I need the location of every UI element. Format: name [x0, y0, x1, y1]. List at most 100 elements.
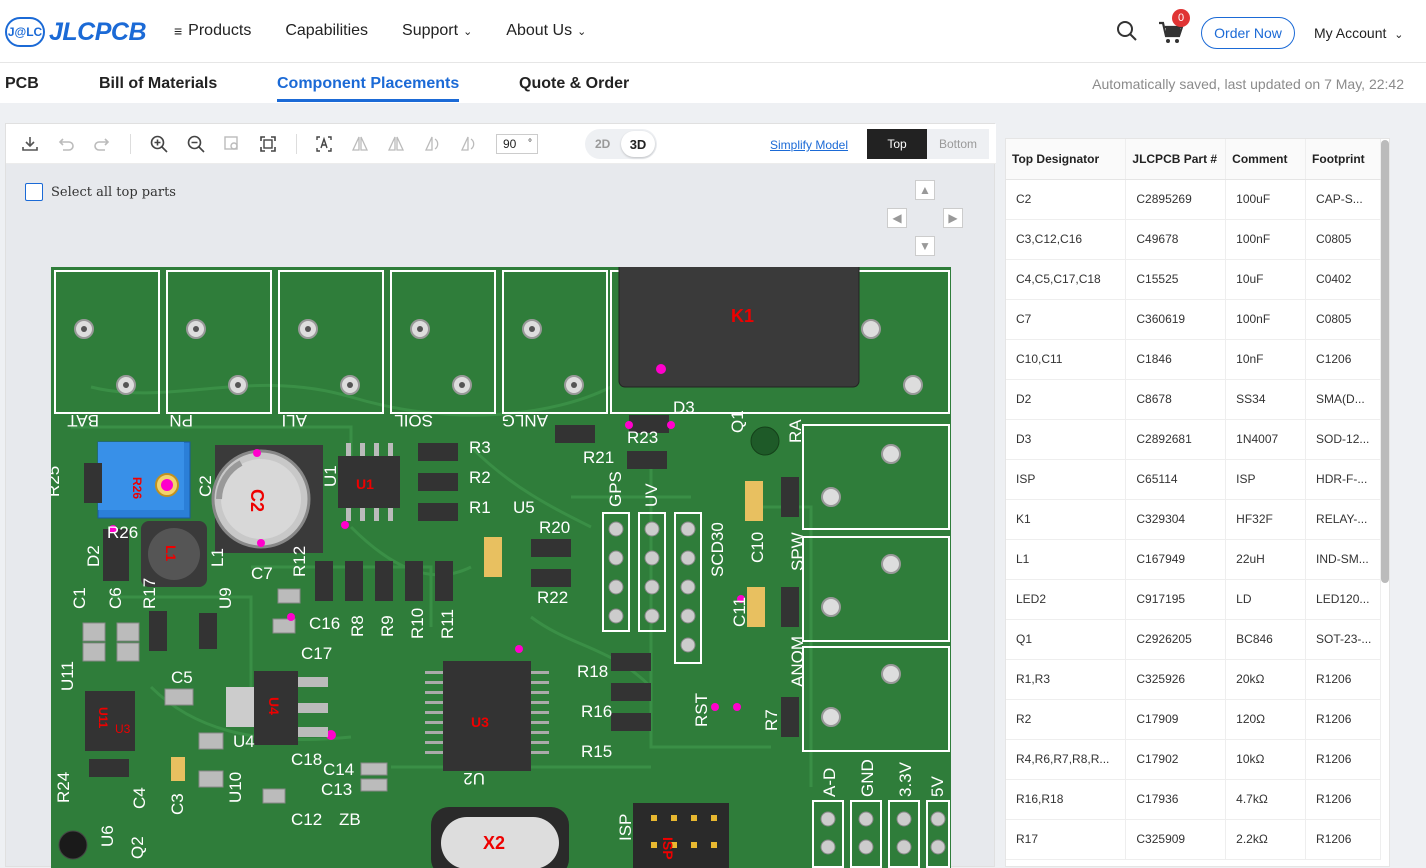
side-top-button[interactable]: Top: [867, 129, 927, 159]
terminal-label-bat: BAT: [67, 411, 99, 430]
table-row[interactable]: D2 C8678 SS34 SMA(D...: [1006, 379, 1381, 420]
table-row[interactable]: R4,R6,R7,R8,R... C17902 10kΩ R1206: [1006, 739, 1381, 780]
silk-rst: RST: [692, 693, 711, 727]
board-side-toggle: Top Bottom: [867, 129, 989, 159]
rotate-left-icon[interactable]: [422, 134, 442, 154]
table-cell: C325909: [1125, 819, 1227, 860]
table-cell: C1846: [1125, 339, 1227, 380]
tab-pcb[interactable]: PCB: [5, 75, 39, 93]
tab-bill-of-materials[interactable]: Bill of Materials: [99, 75, 217, 93]
silk-r7: R7: [762, 709, 781, 731]
view-3d-option[interactable]: 3D: [621, 131, 655, 157]
tab-component-placements[interactable]: Component Placements: [277, 75, 459, 93]
mounting-hole: [58, 830, 88, 860]
side-bottom-button[interactable]: Bottom: [927, 129, 989, 159]
select-all-top-parts[interactable]: Select all top parts: [25, 183, 176, 201]
table-cell: R1206: [1305, 659, 1381, 700]
view-mode-toggle[interactable]: 2D 3D: [585, 129, 657, 159]
silk-anom: ANOM: [788, 636, 807, 687]
rotate-right-icon[interactable]: [458, 134, 478, 154]
nav-products[interactable]: ≡ Products: [174, 22, 251, 40]
table-cell: 4.7kΩ: [1225, 779, 1307, 820]
pan-up-button[interactable]: ▲: [915, 180, 935, 200]
silk-u2: U2: [463, 769, 485, 788]
trimpot-r26[interactable]: R26: [97, 441, 191, 519]
column-footprint[interactable]: Footprint: [1305, 139, 1381, 180]
zoom-area-icon[interactable]: [222, 134, 242, 154]
simplify-model-link[interactable]: Simplify Model: [770, 138, 848, 152]
table-cell: C1206: [1305, 339, 1381, 380]
silk-q1: Q1: [728, 410, 747, 433]
crystal-x2[interactable]: X2: [431, 807, 569, 868]
table-cell: 100nF: [1225, 219, 1307, 260]
silk-r2: R2: [469, 468, 491, 487]
pan-down-button[interactable]: ▼: [915, 236, 935, 256]
silk-u4: U4: [233, 732, 255, 751]
order-now-button[interactable]: Order Now: [1201, 17, 1295, 49]
table-row[interactable]: C4,C5,C17,C18 C15525 10uF C0402: [1006, 259, 1381, 300]
microcontroller-u3[interactable]: U3: [425, 645, 549, 771]
zoom-out-icon[interactable]: [186, 134, 206, 154]
undo-icon[interactable]: [56, 134, 76, 154]
table-row[interactable]: R16,R18 C17936 4.7kΩ R1206: [1006, 779, 1381, 820]
silk-r16: R16: [581, 702, 612, 721]
view-2d-option[interactable]: 2D: [595, 137, 610, 151]
select-all-checkbox[interactable]: [25, 183, 43, 201]
nav-capabilities[interactable]: Capabilities: [285, 22, 368, 40]
table-row[interactable]: R2 C17909 120Ω R1206: [1006, 699, 1381, 740]
table-row[interactable]: R17 C325909 2.2kΩ R1206: [1006, 819, 1381, 860]
zoom-in-icon[interactable]: [149, 134, 169, 154]
silk-scd30: SCD30: [708, 522, 727, 577]
table-cell: D3: [1006, 419, 1127, 460]
table-cell: C325926: [1125, 659, 1227, 700]
table-row[interactable]: C2 C2895269 100uF CAP-S...: [1006, 179, 1381, 220]
table-row[interactable]: C7 C360619 100nF C0805: [1006, 299, 1381, 340]
table-row[interactable]: ISP C65114 ISP HDR-F-...: [1006, 459, 1381, 500]
table-cell: R4,R6,R7,R8,R...: [1006, 739, 1127, 780]
table-row[interactable]: R1,R3 C325926 20kΩ R1206: [1006, 659, 1381, 700]
table-cell: Q1: [1006, 619, 1127, 660]
table-row[interactable]: D3 C2892681 1N4007 SOD-12...: [1006, 419, 1381, 460]
silk-uv: UV: [642, 483, 661, 507]
silk-c2: C2: [196, 475, 215, 497]
table-cell: C167949: [1125, 539, 1227, 580]
column-top-designator[interactable]: Top Designator: [1006, 139, 1127, 180]
search-icon[interactable]: [1116, 20, 1138, 42]
bom-scrollbar[interactable]: [1381, 140, 1389, 583]
silk-u11: U11: [58, 661, 77, 691]
pan-left-button[interactable]: ◀: [887, 208, 907, 228]
table-cell: CAP-S...: [1305, 179, 1381, 220]
my-account-menu[interactable]: My Account ⌄: [1314, 25, 1403, 41]
table-cell: C0805: [1305, 219, 1381, 260]
silk-isp: ISP: [616, 814, 635, 841]
tab-quote-order[interactable]: Quote & Order: [519, 75, 629, 93]
electrolytic-capacitor-c2[interactable]: C2: [211, 445, 323, 553]
nav-support[interactable]: Support ⌄: [402, 22, 472, 40]
table-cell: L1: [1006, 539, 1127, 580]
table-row[interactable]: L1 C167949 22uH IND-SM...: [1006, 539, 1381, 580]
pcb-3d-render[interactable]: BAT PN ALI SOIL ANLG K1 R26 C2 L1 U1 U3 …: [51, 267, 951, 868]
flip-vertical-icon[interactable]: [386, 134, 406, 154]
pan-right-button[interactable]: ▶: [943, 208, 963, 228]
inductor-l1[interactable]: L1: [141, 521, 207, 587]
select-text-icon[interactable]: [314, 134, 334, 154]
table-row[interactable]: LED2 C917195 LD LED120...: [1006, 579, 1381, 620]
table-row[interactable]: C3,C12,C16 C49678 100nF C0805: [1006, 219, 1381, 260]
column-comment[interactable]: Comment: [1225, 139, 1307, 180]
isp-header[interactable]: ISP: [633, 803, 729, 868]
rotation-angle-input[interactable]: 90 °: [496, 134, 538, 154]
ic-u11[interactable]: U11: [85, 691, 135, 751]
nav-products-label: Products: [188, 22, 252, 39]
download-icon[interactable]: [20, 134, 40, 154]
fit-to-screen-icon[interactable]: [258, 134, 278, 154]
jlcpcb-logo[interactable]: J@LC JLCPCB: [5, 14, 147, 50]
flip-horizontal-icon[interactable]: [350, 134, 370, 154]
table-row[interactable]: K1 C329304 HF32F RELAY-...: [1006, 499, 1381, 540]
column-jlcpcb-part[interactable]: JLCPCB Part #: [1125, 139, 1227, 180]
table-row[interactable]: Q1 C2926205 BC846 SOT-23-...: [1006, 619, 1381, 660]
nav-about-us[interactable]: About Us ⌄: [506, 22, 586, 40]
redo-icon[interactable]: [92, 134, 112, 154]
table-row[interactable]: C10,C11 C1846 10nF C1206: [1006, 339, 1381, 380]
table-header-row: Top Designator JLCPCB Part # Comment Foo…: [1006, 139, 1381, 180]
silk-c18: C18: [291, 750, 322, 769]
